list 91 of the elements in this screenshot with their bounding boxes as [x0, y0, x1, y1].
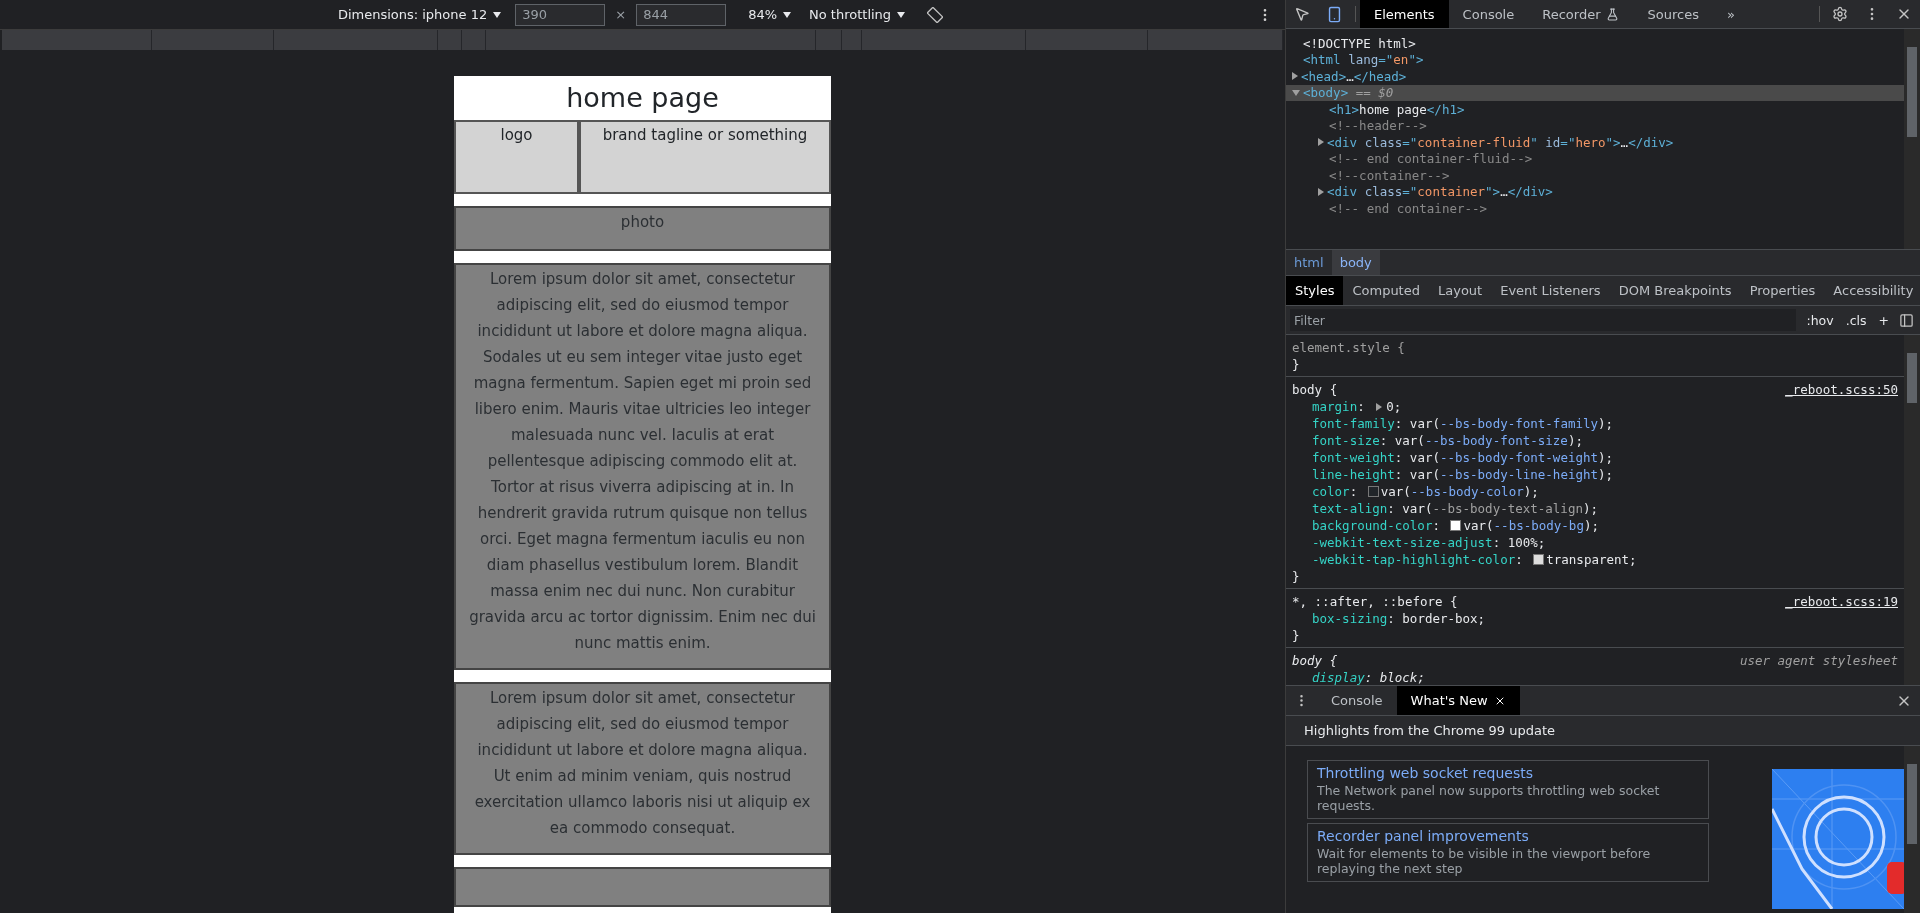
add-rule-button[interactable]: +: [1876, 312, 1891, 328]
throttling-dropdown[interactable]: No throttling: [805, 5, 910, 24]
card-title[interactable]: Recorder panel improvements: [1317, 827, 1699, 846]
scrollbar[interactable]: [1904, 335, 1920, 685]
css-declaration[interactable]: -webkit-text-size-adjust: 100%;: [1292, 534, 1898, 551]
panel-tab[interactable]: Console: [1448, 0, 1529, 28]
expand-triangle-icon[interactable]: [1292, 89, 1300, 96]
sidebar-tab[interactable]: Properties: [1740, 276, 1825, 305]
expand-triangle-icon[interactable]: [1318, 138, 1324, 147]
dom-node-row[interactable]: <div class="container-fluid" id="hero">…</div>: [1286, 134, 1904, 151]
photo-panel: photo: [454, 206, 831, 251]
logo-panel: logo: [454, 120, 579, 194]
css-declaration[interactable]: font-size: var(--bs-body-font-size);: [1292, 432, 1898, 449]
css-declaration[interactable]: box-sizing: border-box;: [1292, 610, 1898, 627]
flask-icon: [1606, 7, 1620, 21]
sidebar-tab[interactable]: Styles: [1286, 276, 1344, 305]
zoom-dropdown[interactable]: 84%: [744, 5, 796, 24]
tagline-panel: brand tagline or something: [579, 120, 831, 194]
card-description: Wait for elements to be visible in the viewport before replaying the next step: [1317, 846, 1652, 876]
dom-node-text: <!-- end container-fluid-->: [1329, 151, 1533, 167]
page-heading: home page: [565, 81, 720, 115]
dom-node-text: <body> == $0: [1303, 85, 1394, 101]
times-sign: ×: [615, 7, 627, 22]
dom-node-row[interactable]: <!DOCTYPE html>: [1286, 35, 1904, 52]
css-declaration[interactable]: background-color: var(--bs-body-bg);: [1292, 517, 1898, 534]
dom-node-row[interactable]: <body> == $0: [1286, 84, 1904, 101]
stylesheet-link[interactable]: _reboot.scss:50: [1785, 381, 1898, 398]
dom-node-row[interactable]: <!--container-->: [1286, 167, 1904, 184]
css-selector: *, ::after, ::before {: [1292, 593, 1458, 610]
closing-brace: }: [1292, 356, 1301, 373]
panel-tab[interactable]: Sources: [1633, 0, 1713, 28]
dom-node-text: <!--container-->: [1329, 167, 1450, 183]
sidebar-tab[interactable]: Event Listeners: [1491, 276, 1610, 305]
drawer-tab[interactable]: Console: [1317, 686, 1397, 715]
sidebar-tab[interactable]: DOM Breakpoints: [1609, 276, 1741, 305]
caret-icon: [897, 11, 906, 18]
dom-node-text: <!DOCTYPE html>: [1303, 35, 1416, 51]
dom-node-row[interactable]: <!-- end container-->: [1286, 200, 1904, 217]
dom-node-row[interactable]: <!--header-->: [1286, 117, 1904, 134]
breadcrumb[interactable]: html: [1286, 250, 1332, 275]
text-panel: Lorem ipsum dolor sit amet, consectetur adipiscing elit, sed do eiusmod tempor incididunt ut labore et dolore magna aliqua. Ut enim ad minim veniam, quis nostrud exercitation ullamco laboris nisi ut aliquip ex ea commodo consequat.: [454, 682, 831, 855]
more-tabs-button[interactable]: »: [1712, 0, 1749, 28]
panel-tab[interactable]: Elements: [1360, 0, 1449, 28]
width-field[interactable]: 390: [515, 3, 606, 26]
css-declaration[interactable]: margin: 0;: [1292, 398, 1898, 415]
css-declaration[interactable]: -webkit-tap-highlight-color: transparent;: [1292, 551, 1898, 568]
css-declaration[interactable]: font-family: var(--bs-body-font-family);: [1292, 415, 1898, 432]
css-declaration[interactable]: line-height: var(--bs-body-line-height);: [1292, 466, 1898, 483]
dom-node-text: <html lang="en">: [1303, 52, 1424, 68]
caret-icon: [493, 11, 502, 18]
stylesheet-link[interactable]: _reboot.scss:19: [1785, 593, 1898, 610]
dom-node-text: <div class="container-fluid" id="hero">…</div>: [1327, 134, 1674, 150]
sidebar-tab[interactable]: Layout: [1429, 276, 1492, 305]
height-field[interactable]: 844: [636, 3, 727, 26]
css-declaration[interactable]: font-weight: var(--bs-body-font-weight);: [1292, 449, 1898, 466]
dom-node-text: <!--header-->: [1329, 118, 1427, 134]
feature-card[interactable]: Recorder panel improvements Wait for elements to be visible in the viewport before replaying the next step: [1307, 823, 1709, 882]
dom-node-text: <!-- end container-->: [1329, 200, 1488, 216]
dom-node-text: <h1>home page</h1>: [1329, 101, 1465, 117]
card-title[interactable]: Throttling web socket requests: [1317, 764, 1699, 783]
filter-field[interactable]: Filter: [1290, 309, 1797, 331]
card-description: The Network panel now supports throttling web socket requests.: [1317, 783, 1661, 813]
scrollbar[interactable]: [1904, 29, 1920, 249]
dom-node-text: <head>…</head>: [1301, 68, 1407, 84]
css-selector: element.style {: [1292, 339, 1405, 356]
css-declaration[interactable]: text-align: var(--bs-body-text-align);: [1292, 500, 1898, 517]
dimensions-dropdown[interactable]: Dimensions: iphone 12: [333, 5, 506, 24]
dom-node-row[interactable]: <html lang="en">: [1286, 51, 1904, 68]
scrollbar[interactable]: [1904, 746, 1920, 913]
drawer-tab[interactable]: What's New: [1396, 686, 1520, 715]
closing-brace: }: [1292, 568, 1301, 585]
dom-node-row[interactable]: <div class="container">…</div>: [1286, 183, 1904, 200]
cls-button[interactable]: .cls: [1843, 312, 1869, 328]
feature-card[interactable]: Throttling web socket requests The Network panel now supports throttling web socket requests.: [1307, 760, 1709, 819]
sidebar-toggle-icon[interactable]: [1899, 312, 1914, 328]
css-declaration[interactable]: color: var(--bs-body-color);: [1292, 483, 1898, 500]
panel-tab[interactable]: Recorder: [1528, 0, 1634, 28]
dom-node-row[interactable]: <!-- end container-fluid-->: [1286, 150, 1904, 167]
breadcrumb[interactable]: body: [1331, 250, 1380, 275]
closing-brace: }: [1292, 627, 1301, 644]
hov-button[interactable]: :hov: [1804, 312, 1836, 328]
sidebar-tab[interactable]: Computed: [1343, 276, 1429, 305]
text-panel: Lorem ipsum dolor sit amet, consectetur adipiscing elit, sed do eiusmod tempor incididunt ut labore et dolore magna aliqua. Sodales ut eu sem integer vitae justo eget magna fermentum. Sapien eget mi proin sed libero enim. Mauris vitae ultricies leo integer malesuada nunc vel. Iaculis at erat pellentesque adipiscing commodo elit at. Tortor at risus viverra adipiscing at in. In hendrerit gravida rutrum quisque non tellus orci. Eget magna fermentum iaculis eu non diam phasellus vestibulum lorem. Blandit massa enim nec dui nunc. Non curabitur gravida arcu ac tortor dignissim. Enim nec dui nunc mattis enim.: [454, 263, 831, 670]
css-selector: body {: [1292, 652, 1338, 669]
sidebar-tab[interactable]: Accessibility: [1824, 276, 1920, 305]
css-declaration[interactable]: display: block;: [1292, 669, 1898, 685]
css-selector: body {: [1292, 381, 1338, 398]
dom-node-row[interactable]: <h1>home page</h1>: [1286, 101, 1904, 118]
dom-node-text: <div class="container">…</div>: [1327, 184, 1553, 200]
caret-icon: [783, 11, 792, 18]
expand-triangle-icon[interactable]: [1318, 187, 1324, 196]
